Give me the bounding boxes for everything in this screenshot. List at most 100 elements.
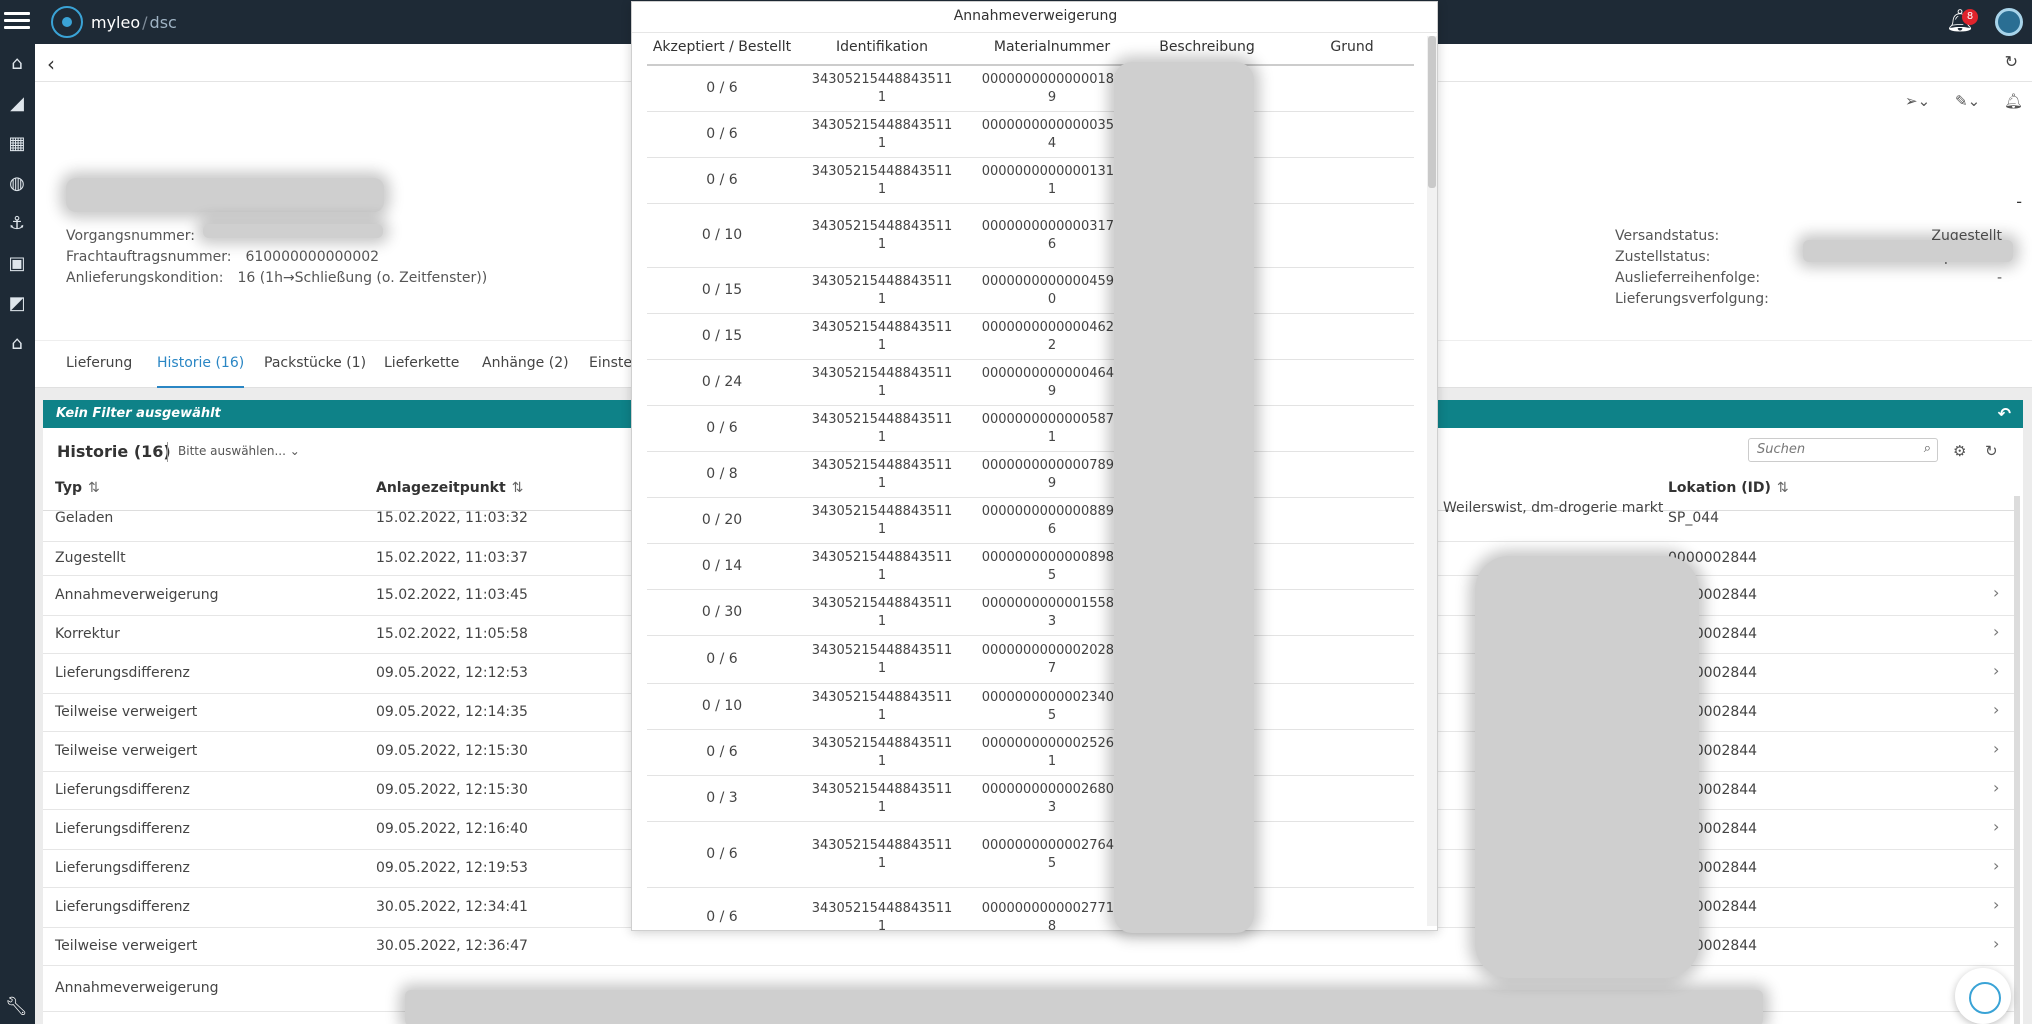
- chevron-right-icon[interactable]: ›: [1993, 778, 1999, 797]
- row-identifikation: 34305215448843511 1: [797, 689, 967, 725]
- row-akzeptiert: 0 / 15: [701, 282, 743, 298]
- col-lokation[interactable]: Lokation (ID) ⇅: [1668, 480, 1789, 496]
- filter-select[interactable]: Bitte auswählen... ⌄: [178, 444, 300, 458]
- row-identifikation-line2: 1: [877, 136, 887, 151]
- redacted-beschreibung-column: [1114, 62, 1254, 933]
- sort-icon[interactable]: ⇅: [88, 480, 100, 496]
- dialog-row: 0 / 6 34305215448843511 1 00000000000005878…: [647, 406, 1414, 452]
- row-anlagezeitpunkt: 15.02.2022, 11:03:45: [376, 587, 528, 603]
- chevron-right-icon[interactable]: ›: [1993, 622, 1999, 641]
- refresh-icon[interactable]: ↻: [2005, 52, 2018, 71]
- chevron-right-icon[interactable]: ›: [1993, 661, 1999, 680]
- row-anlagezeitpunkt: 09.05.2022, 12:19:53: [376, 860, 528, 876]
- chevron-right-icon[interactable]: ›: [1993, 856, 1999, 875]
- calendar-icon[interactable]: ▣: [5, 252, 29, 276]
- row-typ: Lieferungsdifferenz: [55, 899, 190, 915]
- dialog-row: 0 / 6 34305215448843511 1 00000000000001318…: [647, 158, 1414, 204]
- row-identifikation: 34305215448843511 1: [797, 117, 967, 153]
- row-materialnummer-line2: 3: [1047, 800, 1057, 815]
- filter-settings-icon[interactable]: ⚙︎: [1953, 442, 1966, 460]
- search-input[interactable]: Suchen ⌕: [1748, 438, 1938, 462]
- tab-lieferung[interactable]: Lieferung: [66, 355, 132, 371]
- dialog-scroll-thumb[interactable]: [1428, 36, 1436, 188]
- row-materialnummer-line1: 00000000000015580: [981, 596, 1123, 611]
- dialog-row: 0 / 6 34305215448843511 1 00000000000000355…: [647, 112, 1414, 158]
- redacted-row-overlay: [405, 990, 1763, 1024]
- page-scrollbar[interactable]: [2014, 496, 2020, 1024]
- sort-icon[interactable]: ⇅: [1777, 480, 1789, 496]
- list-refresh-icon[interactable]: ↻: [1985, 442, 1998, 460]
- tab-packstuecke[interactable]: Packstücke (1): [264, 355, 366, 371]
- row-identifikation-line2: 1: [877, 476, 887, 491]
- sidebar: ⌂ ◢ ▦ ◍ ⚓︎ ▣ ◩ ⌂ 🔧︎ ⋯: [0, 44, 35, 1024]
- search-placeholder: Suchen: [1757, 442, 1806, 457]
- warehouse-icon[interactable]: ⌂: [5, 332, 29, 356]
- home-icon[interactable]: ⌂: [5, 52, 29, 76]
- row-anlagezeitpunkt: 15.02.2022, 11:03:37: [376, 550, 528, 566]
- row-typ: Lieferungsdifferenz: [55, 860, 190, 876]
- col-akzeptiert: Akzeptiert / Bestellt: [652, 39, 792, 55]
- tab-lieferkette[interactable]: Lieferkette: [384, 355, 459, 371]
- filter-status: Kein Filter ausgewählt: [56, 406, 221, 421]
- bell-icon[interactable]: 🔔︎: [2004, 92, 2023, 110]
- reihenfolge-value: -: [1996, 270, 2002, 286]
- row-materialnummer: 00000000000000355 4: [967, 117, 1137, 153]
- anchor-icon[interactable]: ⚓︎: [5, 212, 29, 236]
- tab-historie[interactable]: Historie (16): [157, 355, 245, 388]
- row-materialnummer-line1: 00000000000023404: [981, 690, 1123, 705]
- redacted-vorgangsnummer: [203, 224, 383, 238]
- row-materialnummer-line1: 00000000000003171: [981, 219, 1123, 234]
- col-typ[interactable]: Typ ⇅: [55, 480, 100, 496]
- assistant-fab-icon[interactable]: [1955, 968, 2011, 1024]
- edit-icon[interactable]: ✎⌄: [1955, 92, 1980, 110]
- row-akzeptiert: 0 / 24: [701, 374, 743, 390]
- col-lok-label: Lokation (ID): [1668, 480, 1771, 496]
- chevron-right-icon[interactable]: ›: [1993, 934, 1999, 953]
- hamburger-menu-icon[interactable]: [4, 9, 30, 35]
- col-typ-label: Typ: [55, 480, 83, 496]
- row-materialnummer-line1: 00000000000000185: [981, 72, 1123, 87]
- row-anlagezeitpunkt: 09.05.2022, 12:16:40: [376, 821, 528, 837]
- wrench-icon[interactable]: 🔧︎: [5, 996, 28, 1017]
- row-materialnummer: 00000000000025262 1: [967, 735, 1137, 771]
- tab-anhaenge[interactable]: Anhänge (2): [482, 355, 569, 371]
- chevron-right-icon[interactable]: ›: [1993, 895, 1999, 914]
- frachtauftrag-value: 610000000000002: [245, 249, 380, 265]
- document-icon[interactable]: ◩: [5, 292, 29, 316]
- row-identifikation-line1: 34305215448843511: [811, 72, 953, 87]
- filter-reset-icon[interactable]: ↶: [1998, 400, 2011, 428]
- back-arrow-icon[interactable]: ‹: [47, 52, 55, 76]
- row-identifikation-line2: 1: [877, 661, 887, 676]
- col-identifikation: Identifikation: [836, 39, 928, 55]
- row-anlagezeitpunkt: 30.05.2022, 12:34:41: [376, 899, 528, 915]
- col-anlagezeitpunkt[interactable]: Anlagezeitpunkt ⇅: [376, 480, 523, 496]
- app-logo[interactable]: myleo / dsc: [51, 5, 177, 39]
- redacted-title: [66, 178, 384, 212]
- table-row[interactable]: Teilweise verweigert 30.05.2022, 12:36:47…: [43, 928, 2015, 966]
- row-materialnummer: 00000000000020287 7: [967, 642, 1137, 678]
- globe-icon[interactable]: ◍: [5, 172, 29, 196]
- row-identifikation-line1: 34305215448843511: [811, 164, 953, 179]
- row-materialnummer-line1: 00000000000027641: [981, 838, 1123, 853]
- dashboard-icon[interactable]: ▦: [5, 132, 29, 156]
- row-identifikation-line1: 34305215448843511: [811, 219, 953, 234]
- row-identifikation-line2: 1: [877, 292, 887, 307]
- verfolgung-label: Lieferungsverfolgung:: [1615, 291, 1769, 307]
- tab-einstellungen[interactable]: Einstel: [589, 355, 636, 371]
- search-icon[interactable]: ⌕: [1924, 441, 1931, 456]
- chevron-right-icon[interactable]: ›: [1993, 583, 1999, 602]
- row-identifikation: 34305215448843511 1: [797, 781, 967, 817]
- send-icon[interactable]: ➢⌄: [1905, 92, 1930, 110]
- user-avatar[interactable]: [1995, 8, 2023, 36]
- row-anlagezeitpunkt: 30.05.2022, 12:36:47: [376, 938, 528, 954]
- chevron-right-icon[interactable]: ›: [1993, 739, 1999, 758]
- chevron-right-icon[interactable]: ›: [1993, 700, 1999, 719]
- sort-icon[interactable]: ⇅: [512, 480, 524, 496]
- row-akzeptiert: 0 / 15: [701, 328, 743, 344]
- row-anlagezeitpunkt: 09.05.2022, 12:14:35: [376, 704, 528, 720]
- chevron-right-icon[interactable]: ›: [1993, 817, 1999, 836]
- analytics-icon[interactable]: ◢: [5, 92, 29, 116]
- anlieferung-value: 16 (1h→Schließung (o. Zeitfenster)): [237, 270, 488, 286]
- row-materialnummer-line1: 00000000000004591: [981, 274, 1123, 289]
- row-typ: Geladen: [55, 510, 114, 526]
